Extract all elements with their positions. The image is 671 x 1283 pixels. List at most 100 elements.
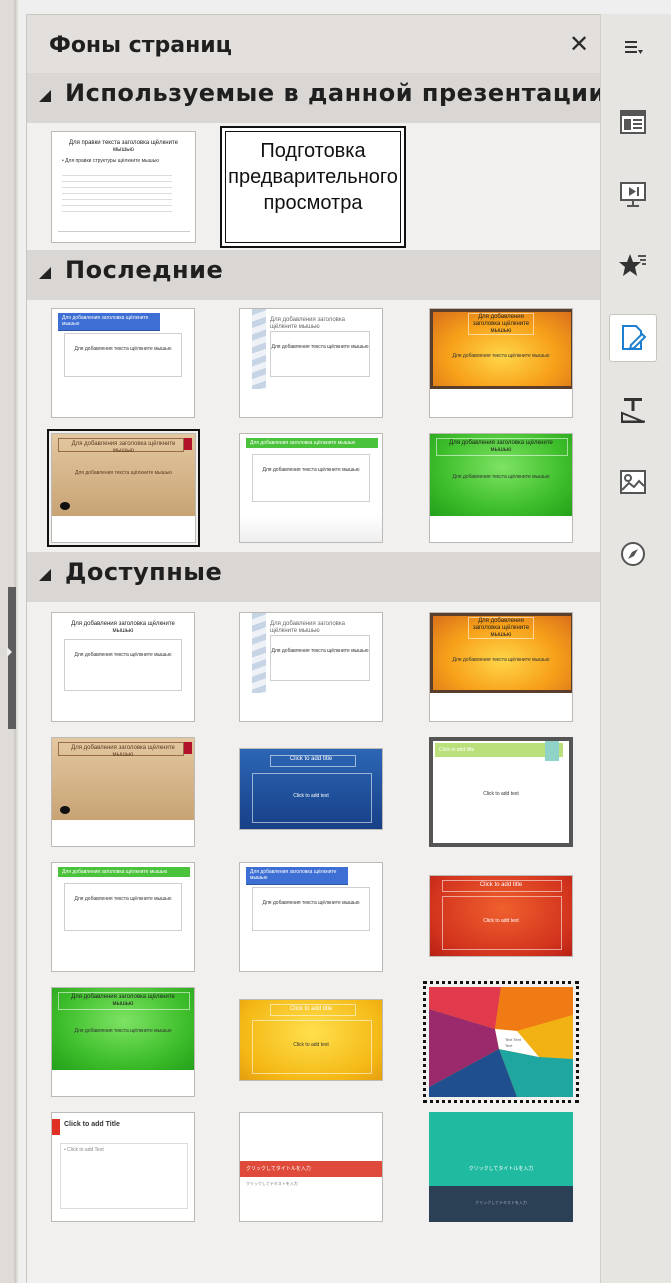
expand-triangle-icon — [39, 267, 51, 279]
thumb-title: Для добавления заголовка щёлкните мышью — [58, 313, 160, 331]
thumb-title: Для добавления заголовка щёлкните мышью — [71, 621, 175, 634]
recent-thumb-tan[interactable]: Для добавления заголовка щёлкните мышью … — [47, 429, 200, 547]
preview-placeholder[interactable]: Подготовка предварительного просмотра — [220, 126, 406, 248]
available-thumb-green-bar[interactable]: Для добавления заголовка щёлкните мышью … — [51, 862, 195, 972]
close-button[interactable]: ✕ — [565, 29, 593, 59]
section-available: Доступные Для добавления заголовка щёлкн… — [27, 552, 601, 1283]
thumb-title: Для добавления заголовка щёлкните мышью — [58, 867, 190, 877]
section-recent-header[interactable]: Последние — [27, 250, 601, 300]
thumb-title: Click to add title — [289, 756, 333, 762]
thumb-body: Для добавления текста щёлкните мышью — [452, 474, 550, 480]
available-thumb-blue[interactable]: Click to add title Click to add text — [239, 748, 383, 830]
thumb-title: Для добавления заголовка щёлкните мышью — [71, 745, 175, 758]
thumb-body: Для добавления текста щёлкните мышью — [64, 639, 182, 691]
thumb-title: Click to add title — [435, 743, 563, 757]
available-thumb-teal[interactable]: クリックしてタイトルを入力 クリックしてテキストを入力 — [429, 1112, 573, 1222]
recent-thumb-green[interactable]: Для добавления заголовка щёлкните мышью … — [429, 433, 573, 543]
panel-header: Фоны страниц ✕ — [27, 15, 601, 73]
thumb-body: Text Text Text — [505, 1037, 521, 1048]
available-thumb-tan[interactable]: Для добавления заголовка щёлкните мышью — [51, 737, 195, 847]
thumb-title: Для добавления заголовка щёлкните мышью — [246, 867, 348, 885]
properties-icon[interactable] — [609, 98, 657, 146]
styles-icon[interactable] — [609, 386, 657, 434]
thumb-body: Для добавления текста щёлкните мышью — [270, 331, 370, 377]
preview-text: Подготовка предварительного просмотра — [228, 140, 398, 214]
thumb-title: Click to add title — [289, 1006, 333, 1012]
thumb-body: クリックしてテキストを入力 — [246, 1181, 298, 1186]
available-thumb-red[interactable]: Click to add title Click to add text — [429, 875, 573, 957]
thumb-ribbon — [252, 613, 266, 693]
thumb-body: Для добавления текста щёлкните мышью — [452, 353, 550, 359]
available-thumb-yellow[interactable]: Click to add title Click to add text — [239, 999, 383, 1081]
thumb-body: Для добавления текста щёлкните мышью — [252, 454, 370, 502]
master-slides-icon[interactable] — [609, 314, 657, 362]
recent-thumb-orange[interactable]: Для добавления заголовка щёлкните мышью … — [429, 308, 573, 418]
available-thumb-ribbon[interactable]: Для добавления заголовка щёлкните мышью … — [239, 612, 383, 722]
thumb-body: Для добавления текста щёлкните мышью — [74, 1028, 172, 1034]
thumb-lines — [62, 170, 172, 214]
thumb-body: Для добавления текста щёлкните мышью — [74, 470, 173, 476]
thumb-ribbon — [252, 309, 266, 389]
available-thumb-default[interactable]: Для добавления заголовка щёлкните мышью … — [51, 612, 195, 722]
bookmark-icon — [184, 742, 192, 754]
section-used-title: Используемые в данной презентации — [65, 79, 601, 107]
section-recent: Последние Для добавления заголовка щёлкн… — [27, 250, 601, 552]
thumb-title: クリックしてタイトルを入力 — [240, 1161, 382, 1177]
section-used-header[interactable]: Используемые в данной презентации — [27, 73, 601, 123]
navigator-icon[interactable] — [609, 530, 657, 578]
thumb-title: Для добавления заголовка щёлкните мышью — [71, 441, 176, 454]
recent-thumb-blue-tab[interactable]: Для добавления заголовка щёлкните мышью … — [51, 308, 195, 418]
thumb-accent — [52, 1119, 60, 1135]
colorful-shards — [429, 987, 573, 1097]
thumb-body: クリックしてテキストを入力 — [475, 1200, 527, 1205]
animation-star-icon[interactable] — [609, 242, 657, 290]
thumb-body: Для добавления текста щёлкните мышью — [64, 883, 182, 931]
thumb-title: クリックしてタイトルを入力 — [468, 1166, 534, 1172]
thumb-body: • Для правки структуры щёлкните мышью — [62, 158, 160, 164]
available-thumb-green[interactable]: Для добавления заголовка щёлкните мышью … — [51, 987, 195, 1097]
thumb-title: Для добавления заголовка щёлкните мышью — [472, 314, 530, 334]
thumb-body: Для добавления текста щёлкните мышью — [252, 887, 370, 931]
section-available-header[interactable]: Доступные — [27, 552, 601, 602]
available-thumb-orange[interactable]: Для добавления заголовка щёлкните мышью … — [429, 612, 573, 722]
paw-icon — [60, 502, 70, 510]
thumb-title: Для добавления заголовка щёлкните мышью — [449, 440, 553, 453]
paw-icon — [60, 806, 70, 814]
available-thumb-grey-frame[interactable]: Click to add title Click to add text — [429, 737, 573, 847]
recent-thumb-ribbon[interactable]: Для добавления заголовка щёлкните мышью … — [239, 308, 383, 418]
available-thumb-red-accent[interactable]: Click to add Title • Click to add Text — [51, 1112, 195, 1222]
bookmark-icon — [184, 438, 192, 450]
thumb-body: Click to add text — [483, 791, 519, 797]
sidebar-tabbar — [600, 14, 671, 1283]
window-left-edge — [0, 0, 18, 1283]
thumb-title: Для добавления заголовка щёлкните мышью — [270, 621, 345, 634]
expand-triangle-icon — [39, 569, 51, 581]
sidebar-collapse-handle[interactable] — [7, 587, 16, 729]
hamburger-menu-icon[interactable] — [609, 24, 657, 72]
thumb-body: Для добавления текста щёлкните мышью — [452, 657, 550, 663]
thumb-footer — [58, 231, 190, 237]
master-slides-panel: Фоны страниц ✕ Используемые в данной пре… — [26, 14, 601, 1283]
thumb-body: Click to add text — [293, 793, 329, 799]
gallery-icon[interactable] — [609, 458, 657, 506]
slide-design-root: Фоны страниц ✕ Используемые в данной пре… — [0, 0, 671, 1283]
panel-title: Фоны страниц — [49, 33, 232, 58]
used-master-thumbnail[interactable]: Для правки текста заголовка щёлкните мыш… — [51, 131, 196, 243]
thumb-body: Click to add text — [483, 918, 519, 924]
expand-triangle-icon — [39, 90, 51, 102]
recent-thumb-green-bar[interactable]: Для добавления заголовка щёлкните мышью … — [239, 433, 383, 543]
thumb-title: Для добавления заголовка щёлкните мышью — [270, 317, 345, 330]
thumb-title: Для добавления заголовка щёлкните мышью — [246, 438, 378, 448]
thumb-body: Для добавления текста щёлкните мышью — [64, 333, 182, 377]
thumb-title: Click to add Title — [64, 1121, 120, 1128]
thumb-title: Для добавления заголовка щёлкните мышью — [71, 994, 175, 1007]
available-thumb-red-band[interactable]: クリックしてタイトルを入力 クリックしてテキストを入力 — [239, 1112, 383, 1222]
section-available-title: Доступные — [65, 558, 223, 586]
available-thumb-blue-tab[interactable]: Для добавления заголовка щёлкните мышью … — [239, 862, 383, 972]
thumb-body: Для добавления текста щёлкните мышью — [270, 635, 370, 681]
thumb-footer — [240, 514, 382, 542]
thumb-body: • Click to add Text — [64, 1147, 104, 1153]
slide-transition-icon[interactable] — [609, 170, 657, 218]
section-recent-title: Последние — [65, 256, 224, 284]
available-thumb-colorful[interactable]: Text Text Text — [423, 981, 579, 1103]
